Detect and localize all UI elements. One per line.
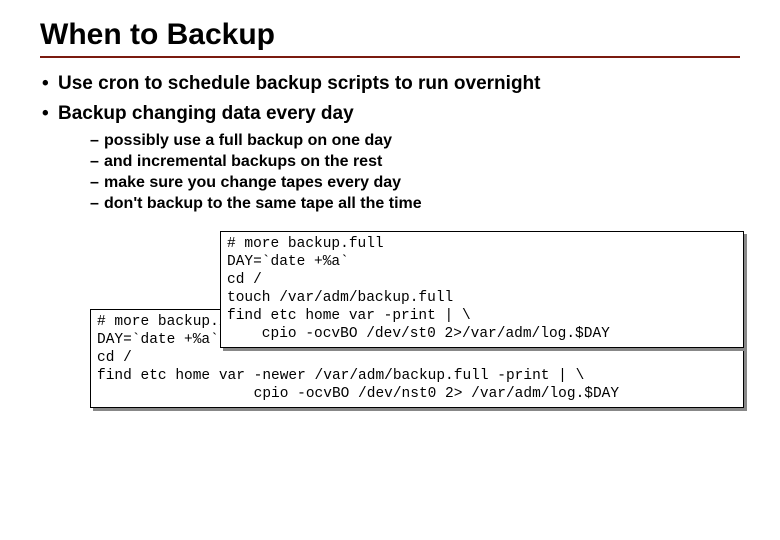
sub-bullet-item: make sure you change tapes every day bbox=[90, 174, 740, 192]
sub-bullet-item: possibly use a full backup on one day bbox=[90, 132, 740, 150]
slide: When to Backup Use cron to schedule back… bbox=[0, 0, 780, 451]
bullet-list: Use cron to schedule backup scripts to r… bbox=[40, 72, 740, 126]
bullet-item: Backup changing data every day bbox=[40, 102, 740, 126]
title-rule bbox=[40, 56, 740, 58]
sub-bullet-list: possibly use a full backup on one day an… bbox=[90, 132, 740, 213]
sub-bullet-item: don't backup to the same tape all the ti… bbox=[90, 195, 740, 213]
page-title: When to Backup bbox=[40, 18, 740, 52]
bullet-item: Use cron to schedule backup scripts to r… bbox=[40, 72, 740, 96]
code-area: # more backup.inc DAY=`date +%a` cd / fi… bbox=[40, 231, 740, 431]
code-box-full: # more backup.full DAY=`date +%a` cd / t… bbox=[220, 231, 744, 349]
sub-bullet-item: and incremental backups on the rest bbox=[90, 153, 740, 171]
